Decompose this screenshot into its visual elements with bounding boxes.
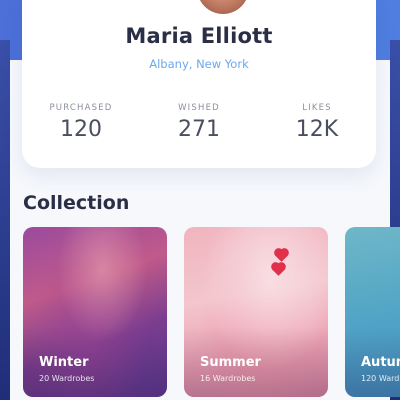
stat-label: PURCHASED	[49, 103, 113, 113]
section-title: Collection	[23, 192, 130, 214]
stat-value: 12K	[295, 117, 339, 142]
collection-card-summer[interactable]: Summer 16 Wardrobes	[184, 227, 328, 397]
stat-value: 271	[178, 117, 220, 142]
left-edge	[0, 40, 10, 400]
avatar[interactable]	[197, 0, 249, 14]
heart-icon	[275, 249, 288, 262]
stat-label: WISHED	[178, 103, 220, 113]
collection-card-autumn[interactable]: Autumn 120 Wardrobes	[345, 227, 400, 397]
stat-wished[interactable]: WISHED 271	[140, 103, 258, 142]
stat-likes[interactable]: LIKES 12K	[258, 103, 376, 142]
profile-card: Maria Elliott Albany, New York	[22, 0, 376, 168]
card-subtitle: 20 Wardrobes	[39, 374, 95, 383]
app-screen: Maria Elliott Albany, New York PURCHASED…	[0, 0, 400, 400]
stats-row: PURCHASED 120 WISHED 271 LIKES 12K	[22, 103, 376, 142]
card-title: Autumn	[361, 355, 400, 370]
card-title: Winter	[39, 355, 89, 370]
collection-card-winter[interactable]: Winter 20 Wardrobes	[23, 227, 167, 397]
heart-icon	[272, 263, 285, 276]
card-subtitle: 120 Wardrobes	[361, 374, 400, 383]
collection-carousel[interactable]: Winter 20 Wardrobes Summer 16 Wardrobes …	[23, 227, 400, 400]
card-title: Summer	[200, 355, 261, 370]
stat-label: LIKES	[302, 103, 332, 113]
stat-purchased[interactable]: PURCHASED 120	[22, 103, 140, 142]
profile-location[interactable]: Albany, New York	[22, 57, 376, 71]
profile-name: Maria Elliott	[125, 24, 273, 48]
card-subtitle: 16 Wardrobes	[200, 374, 256, 383]
stat-value: 120	[60, 117, 102, 142]
